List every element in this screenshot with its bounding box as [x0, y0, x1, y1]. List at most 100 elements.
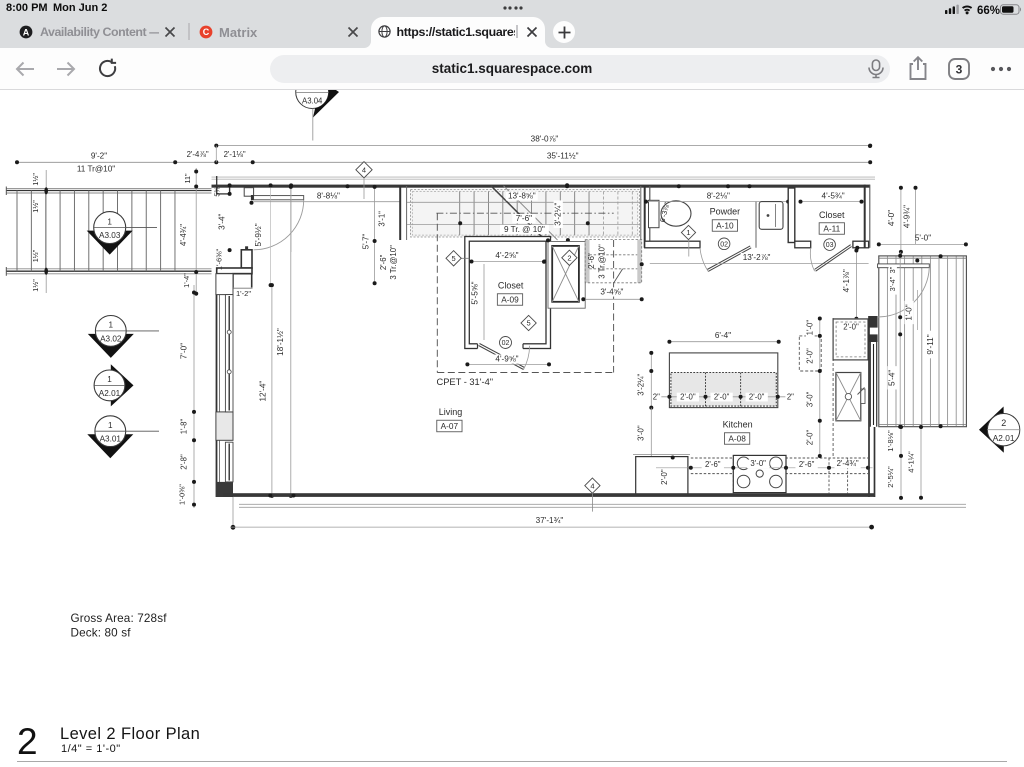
svg-text:2: 2 — [567, 254, 571, 263]
svg-text:Deck: 80 sf: Deck: 80 sf — [71, 627, 132, 640]
svg-text:A-07: A-07 — [441, 421, 459, 431]
svg-text:02: 02 — [720, 241, 728, 248]
svg-text:4'-1⅞": 4'-1⅞" — [842, 269, 851, 292]
svg-text:2'-6": 2'-6" — [587, 253, 596, 269]
svg-text:2'-0": 2'-0" — [660, 469, 669, 485]
svg-text:5'-5⅝": 5'-5⅝" — [471, 281, 480, 304]
svg-text:C: C — [203, 27, 210, 37]
svg-text:3'-4": 3'-4" — [217, 213, 226, 229]
svg-text:Closet: Closet — [819, 210, 845, 220]
svg-text:9 Tr. @ 10": 9 Tr. @ 10" — [504, 225, 545, 234]
svg-text:1'-0": 1'-0" — [905, 304, 914, 320]
svg-text:3'-4": 3'-4" — [888, 276, 897, 291]
svg-text:2'-5¼": 2'-5¼" — [886, 466, 895, 488]
svg-text:1½": 1½" — [31, 279, 40, 292]
svg-text:1'-8⅛": 1'-8⅛" — [886, 430, 895, 452]
svg-text:A: A — [23, 27, 30, 37]
svg-text:2": 2" — [653, 392, 660, 401]
svg-text:4: 4 — [362, 166, 366, 175]
svg-text:2'-0": 2'-0" — [806, 348, 815, 364]
svg-text:1½": 1½" — [31, 173, 40, 186]
svg-text:5'-0": 5'-0" — [915, 234, 931, 243]
svg-text:Living: Living — [439, 407, 463, 417]
svg-text:A3.03: A3.03 — [99, 231, 121, 240]
svg-text:4'-4¾": 4'-4¾" — [179, 224, 188, 246]
svg-text:13'-2⅞": 13'-2⅞" — [743, 253, 771, 262]
svg-text:3'-2¼": 3'-2¼" — [554, 203, 563, 226]
svg-text:3": 3" — [888, 266, 897, 273]
svg-text:11 Tr@10": 11 Tr@10" — [77, 165, 115, 174]
svg-text:1: 1 — [107, 375, 112, 384]
svg-text:A-08: A-08 — [728, 433, 746, 443]
svg-text:1: 1 — [107, 217, 112, 226]
svg-text:3'-0": 3'-0" — [806, 391, 815, 407]
svg-text:4'-9⅝": 4'-9⅝" — [495, 355, 518, 364]
svg-text:A3.01: A3.01 — [100, 435, 122, 444]
svg-text:5'-7": 5'-7" — [362, 234, 371, 250]
svg-text:03: 03 — [826, 242, 834, 249]
svg-text:2'-6": 2'-6" — [799, 460, 815, 469]
svg-text:1'-0⅜": 1'-0⅜" — [178, 484, 187, 505]
svg-text:35'-11½": 35'-11½" — [547, 151, 579, 160]
svg-text:2": 2" — [787, 392, 794, 401]
svg-text:A2.01: A2.01 — [993, 433, 1015, 443]
svg-text:3'-0": 3'-0" — [750, 459, 766, 468]
svg-text:5⅜": 5⅜" — [215, 184, 222, 197]
svg-text:4'-2⅝": 4'-2⅝" — [495, 251, 518, 260]
svg-text:A3.02: A3.02 — [100, 334, 122, 343]
svg-text:A2.01: A2.01 — [99, 389, 121, 398]
svg-text:A-11: A-11 — [823, 223, 840, 233]
svg-text:4'-5¾": 4'-5¾" — [822, 191, 845, 200]
svg-text:3'-0": 3'-0" — [636, 425, 645, 441]
svg-text:Closet: Closet — [498, 281, 524, 291]
svg-text:3'-4⅝": 3'-4⅝" — [600, 287, 623, 296]
svg-text:18'-1½": 18'-1½" — [276, 328, 285, 356]
svg-text:A-09: A-09 — [501, 294, 519, 304]
svg-text:7'-0": 7'-0" — [179, 343, 188, 359]
svg-text:1'-2": 1'-2" — [236, 289, 251, 298]
svg-text:5'-9½": 5'-9½" — [254, 223, 263, 246]
svg-text:6'-4": 6'-4" — [715, 331, 731, 340]
svg-text:1½": 1½" — [31, 249, 40, 262]
svg-text:7'-6": 7'-6" — [516, 214, 532, 223]
svg-text:Kitchen: Kitchen — [723, 420, 753, 430]
svg-text:1'-4": 1'-4" — [182, 273, 191, 288]
svg-text:2'-4¾": 2'-4¾" — [837, 459, 859, 468]
svg-text:Gross Area: 728sf: Gross Area: 728sf — [71, 612, 168, 625]
svg-text:8'-8⅛": 8'-8⅛" — [317, 192, 340, 201]
svg-text:02: 02 — [502, 340, 510, 347]
svg-text:3 Tr.@10": 3 Tr.@10" — [389, 245, 398, 280]
svg-text:1½": 1½" — [31, 200, 40, 213]
svg-text:5: 5 — [452, 254, 456, 263]
svg-text:8'-2⅛": 8'-2⅛" — [707, 191, 730, 200]
svg-text:2'-4⅞": 2'-4⅞" — [187, 150, 209, 159]
svg-text:4'-1¼": 4'-1¼" — [907, 451, 916, 473]
svg-text:1: 1 — [109, 321, 114, 330]
svg-text:2: 2 — [1001, 418, 1006, 428]
svg-text:4'-9¾": 4'-9¾" — [903, 205, 912, 228]
svg-text:2'-0": 2'-0" — [680, 392, 696, 401]
svg-text:2'-6": 2'-6" — [705, 460, 721, 469]
svg-text:4: 4 — [590, 481, 594, 490]
svg-text:2'-0": 2'-0" — [714, 392, 730, 401]
svg-text:5: 5 — [527, 319, 531, 328]
svg-text:38'-0⅞": 38'-0⅞" — [531, 135, 559, 144]
svg-text:9'-11": 9'-11" — [926, 334, 935, 354]
svg-text:A3.04: A3.04 — [302, 97, 323, 106]
svg-text:3'-1": 3'-1" — [378, 211, 387, 227]
svg-text:1: 1 — [686, 228, 690, 237]
svg-text:2'-8": 2'-8" — [179, 454, 188, 470]
svg-text:11": 11" — [183, 173, 192, 183]
svg-text:13'-8⅝": 13'-8⅝" — [508, 191, 536, 200]
svg-text:12'-4": 12'-4" — [259, 381, 268, 402]
svg-text:1'-0": 1'-0" — [806, 320, 815, 336]
svg-text:3 Tr.@10": 3 Tr.@10" — [598, 244, 607, 279]
svg-text:CPET - 31'-4": CPET - 31'-4" — [437, 377, 494, 387]
svg-text:5'-4": 5'-4" — [887, 370, 896, 386]
svg-text:Powder: Powder — [710, 207, 741, 217]
svg-text:2'-0": 2'-0" — [806, 430, 815, 446]
svg-text:2'-1⅛": 2'-1⅛" — [224, 150, 246, 159]
svg-text:66%: 66% — [977, 5, 1000, 16]
svg-text:1'-6⅜": 1'-6⅜" — [215, 248, 224, 270]
svg-text:4'-0": 4'-0" — [887, 210, 896, 226]
